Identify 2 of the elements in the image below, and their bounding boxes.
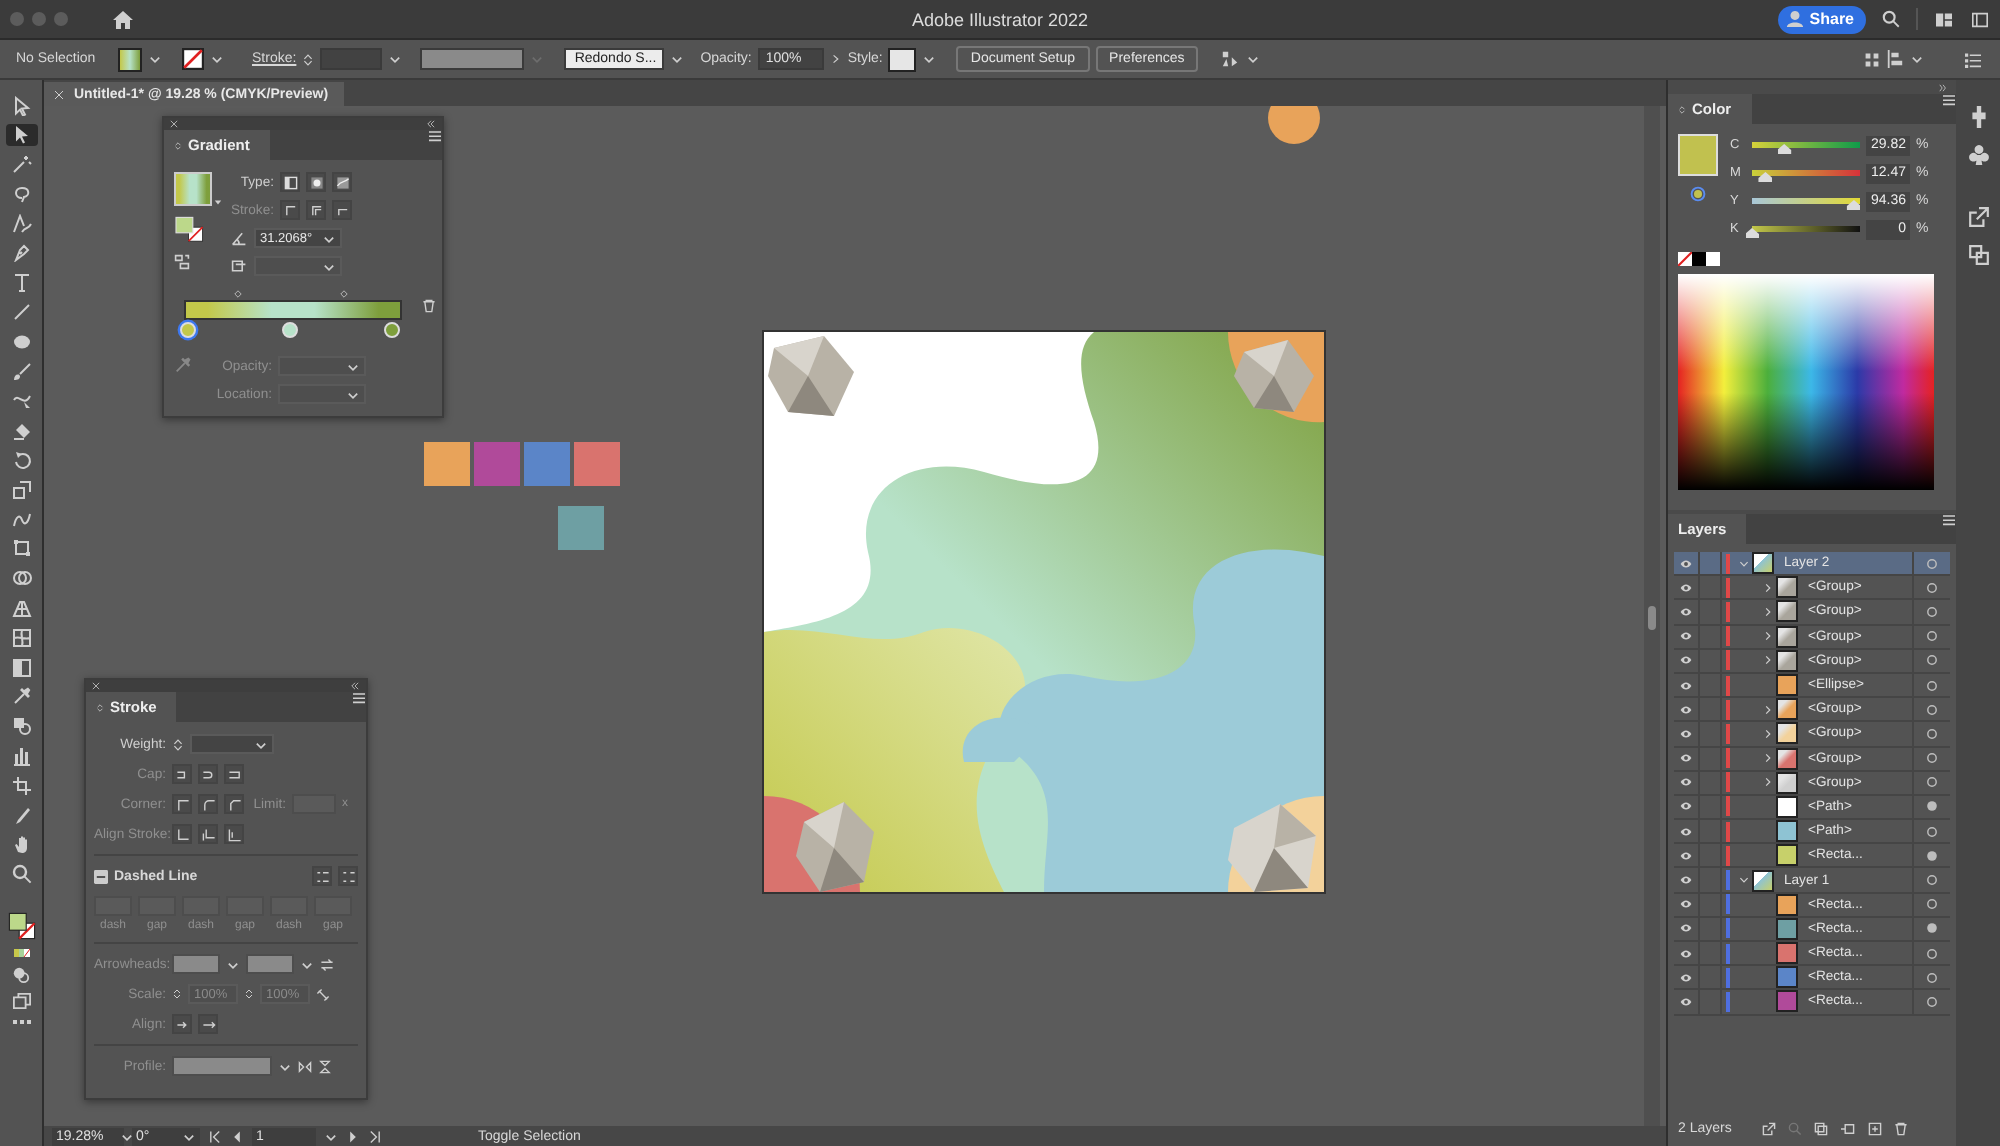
window-title: Adobe Illustrator 2022 (911, 9, 1089, 29)
share-button[interactable]: Share (1777, 5, 1866, 33)
